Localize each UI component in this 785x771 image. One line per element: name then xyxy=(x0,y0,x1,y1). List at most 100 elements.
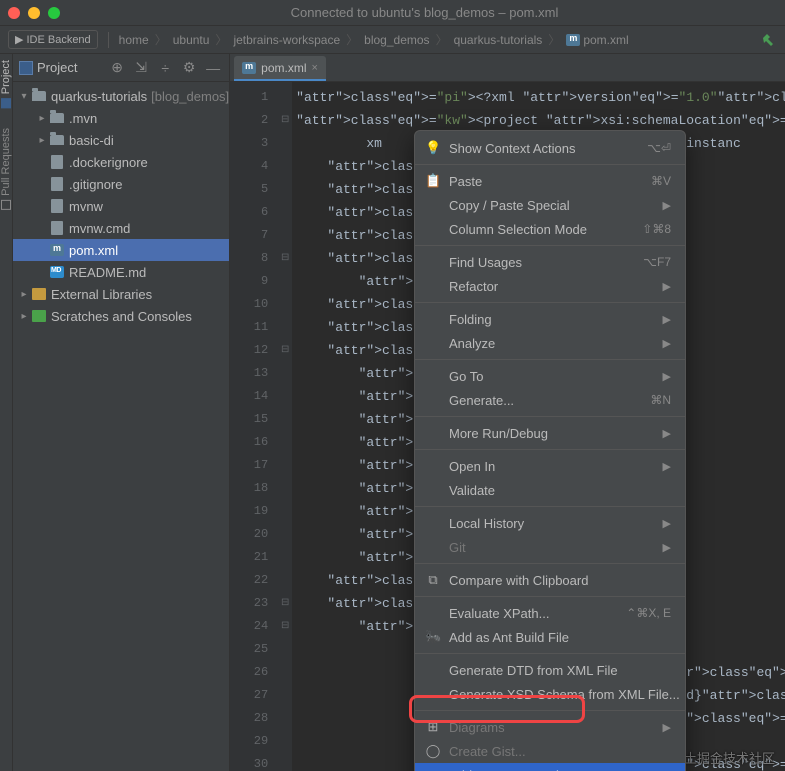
menu-item-add-as-ant-build-file[interactable]: 🐜Add as Ant Build File xyxy=(415,625,685,649)
menu-item-label: Column Selection Mode xyxy=(449,222,634,237)
zoom-window-icon[interactable] xyxy=(48,7,60,19)
ide-backend-button[interactable]: ▶ IDE Backend xyxy=(8,30,98,49)
project-tree[interactable]: quarkus-tutorials [blog_demos] .mvn basic-… xyxy=(13,82,229,771)
breadcrumb-file-label: pom.xml xyxy=(583,33,628,47)
menu-item-shortcut: ⌥⏎ xyxy=(647,141,671,155)
menu-item-shortcut: ⌥F7 xyxy=(643,255,671,269)
code-line[interactable]: "attr">class"eq">="pi"><?xml "attr">vers… xyxy=(296,86,785,109)
tree-item-pom-xml[interactable]: pom.xml xyxy=(13,239,229,261)
submenu-chevron-icon: ▶ xyxy=(663,370,671,383)
project-tab-label: Project xyxy=(0,60,12,94)
chevron-right-icon: 〉 xyxy=(215,31,227,48)
breadcrumb-home[interactable]: home xyxy=(119,33,149,47)
build-hammer-icon[interactable] xyxy=(761,32,777,48)
code-line[interactable]: "attr">class"eq">="kw"><project "attr">x… xyxy=(296,109,785,132)
menu-item-generate-dtd-from-xml-file[interactable]: Generate DTD from XML File xyxy=(415,658,685,682)
menu-item-folding[interactable]: Folding▶ xyxy=(415,307,685,331)
menu-item-git: Git▶ xyxy=(415,535,685,559)
menu-item-go-to[interactable]: Go To▶ xyxy=(415,364,685,388)
menu-item-evaluate-xpath---[interactable]: Evaluate XPath...⌃⌘X, E xyxy=(415,601,685,625)
chevron-right-icon: 〉 xyxy=(436,31,448,48)
breadcrumb-quarkus[interactable]: quarkus-tutorials xyxy=(454,33,543,47)
menu-item-icon: 💡 xyxy=(425,140,441,156)
tree-item-scratches-and-consoles[interactable]: Scratches and Consoles xyxy=(13,305,229,327)
menu-item-show-context-actions[interactable]: 💡Show Context Actions⌥⏎ xyxy=(415,136,685,160)
tree-arrow-icon[interactable] xyxy=(35,113,49,124)
menu-item-refactor[interactable]: Refactor▶ xyxy=(415,274,685,298)
editor-tab-pom[interactable]: pom.xml × xyxy=(234,56,326,81)
menu-item-find-usages[interactable]: Find Usages⌥F7 xyxy=(415,250,685,274)
tree-item-quarkus-tutorials[interactable]: quarkus-tutorials [blog_demos] xyxy=(13,85,229,107)
menu-item-validate[interactable]: Validate xyxy=(415,478,685,502)
menu-item-compare-with-clipboard[interactable]: ⧉Compare with Clipboard xyxy=(415,568,685,592)
menu-item-shortcut: ⇧⌘8 xyxy=(642,222,671,236)
tree-item-external-libraries[interactable]: External Libraries xyxy=(13,283,229,305)
window-controls xyxy=(8,7,60,19)
menu-item-add-as-maven-project[interactable]: ＋Add as Maven Project xyxy=(415,763,685,771)
tree-item-label: mvnw.cmd xyxy=(69,221,130,236)
minimize-window-icon[interactable] xyxy=(28,7,40,19)
breadcrumb-file[interactable]: pom.xml xyxy=(566,33,628,47)
menu-item-more-run-debug[interactable]: More Run/Debug▶ xyxy=(415,421,685,445)
breadcrumb-workspace[interactable]: jetbrains-workspace xyxy=(233,33,340,47)
menu-item-label: Generate... xyxy=(449,393,642,408)
settings-gear-icon[interactable]: ⚙ xyxy=(179,58,199,78)
menu-item-generate---[interactable]: Generate...⌘N xyxy=(415,388,685,412)
menu-separator xyxy=(415,710,685,711)
close-window-icon[interactable] xyxy=(8,7,20,19)
breadcrumb-ubuntu[interactable]: ubuntu xyxy=(173,33,210,47)
tree-item-readme-md[interactable]: README.md xyxy=(13,261,229,283)
tree-item--dockerignore[interactable]: .dockerignore xyxy=(13,151,229,173)
tree-item-mvnw-cmd[interactable]: mvnw.cmd xyxy=(13,217,229,239)
title-bar: Connected to ubuntu's blog_demos – pom.x… xyxy=(0,0,785,26)
tree-item-label: Scratches and Consoles xyxy=(51,309,192,324)
tree-item-label: .mvn xyxy=(69,111,97,126)
collapse-all-icon[interactable]: ÷ xyxy=(155,58,175,78)
expand-all-icon[interactable]: ⇲ xyxy=(131,58,151,78)
menu-separator xyxy=(415,449,685,450)
fold-gutter[interactable] xyxy=(278,82,292,771)
tree-item--mvn[interactable]: .mvn xyxy=(13,107,229,129)
menu-item-label: Copy / Paste Special xyxy=(449,198,655,213)
menu-item-local-history[interactable]: Local History▶ xyxy=(415,511,685,535)
menu-item-label: Generate DTD from XML File xyxy=(449,663,671,678)
menu-item-label: Evaluate XPath... xyxy=(449,606,618,621)
tree-item-basic-di[interactable]: basic-di xyxy=(13,129,229,151)
project-tool-tab[interactable]: Project xyxy=(0,60,12,108)
project-header-title[interactable]: Project xyxy=(37,60,103,75)
menu-separator xyxy=(415,596,685,597)
tree-item--gitignore[interactable]: .gitignore xyxy=(13,173,229,195)
markdown-file-icon xyxy=(49,265,65,280)
menu-item-generate-xsd-schema-from-xml-file---[interactable]: Generate XSD Schema from XML File... xyxy=(415,682,685,706)
menu-item-paste[interactable]: 📋Paste⌘V xyxy=(415,169,685,193)
menu-item-copy---paste-special[interactable]: Copy / Paste Special▶ xyxy=(415,193,685,217)
menu-separator xyxy=(415,506,685,507)
pull-requests-tool-tab[interactable]: Pull Requests xyxy=(0,128,12,210)
menu-item-diagrams: ⊞Diagrams▶ xyxy=(415,715,685,739)
context-menu[interactable]: 💡Show Context Actions⌥⏎📋Paste⌘VCopy / Pa… xyxy=(414,130,686,771)
chevron-right-icon: 〉 xyxy=(155,31,167,48)
tree-arrow-icon[interactable] xyxy=(35,135,49,146)
menu-item-label: Open In xyxy=(449,459,655,474)
tree-item-mvnw[interactable]: mvnw xyxy=(13,195,229,217)
menu-item-analyze[interactable]: Analyze▶ xyxy=(415,331,685,355)
menu-item-open-in[interactable]: Open In▶ xyxy=(415,454,685,478)
maven-file-icon xyxy=(566,34,580,46)
pull-requests-tab-label: Pull Requests xyxy=(0,128,12,196)
tree-arrow-icon[interactable] xyxy=(17,289,31,300)
menu-separator xyxy=(415,302,685,303)
hide-tool-window-icon[interactable]: — xyxy=(203,58,223,78)
file-icon xyxy=(49,221,65,236)
run-icon: ▶ xyxy=(15,33,23,46)
project-tool-window: Project ⊕ ⇲ ÷ ⚙ — quarkus-tutorials [blo… xyxy=(13,54,230,771)
breadcrumb-blog-demos[interactable]: blog_demos xyxy=(364,33,429,47)
select-opened-file-icon[interactable]: ⊕ xyxy=(107,58,127,78)
tree-arrow-icon[interactable] xyxy=(17,91,31,102)
tree-arrow-icon[interactable] xyxy=(17,311,31,322)
menu-item-icon: 📋 xyxy=(425,173,441,189)
menu-item-create-gist---: ◯Create Gist... xyxy=(415,739,685,763)
close-tab-icon[interactable]: × xyxy=(312,62,318,74)
submenu-chevron-icon: ▶ xyxy=(663,313,671,326)
menu-item-label: Generate XSD Schema from XML File... xyxy=(449,687,680,702)
menu-item-column-selection-mode[interactable]: Column Selection Mode ⇧⌘8 xyxy=(415,217,685,241)
